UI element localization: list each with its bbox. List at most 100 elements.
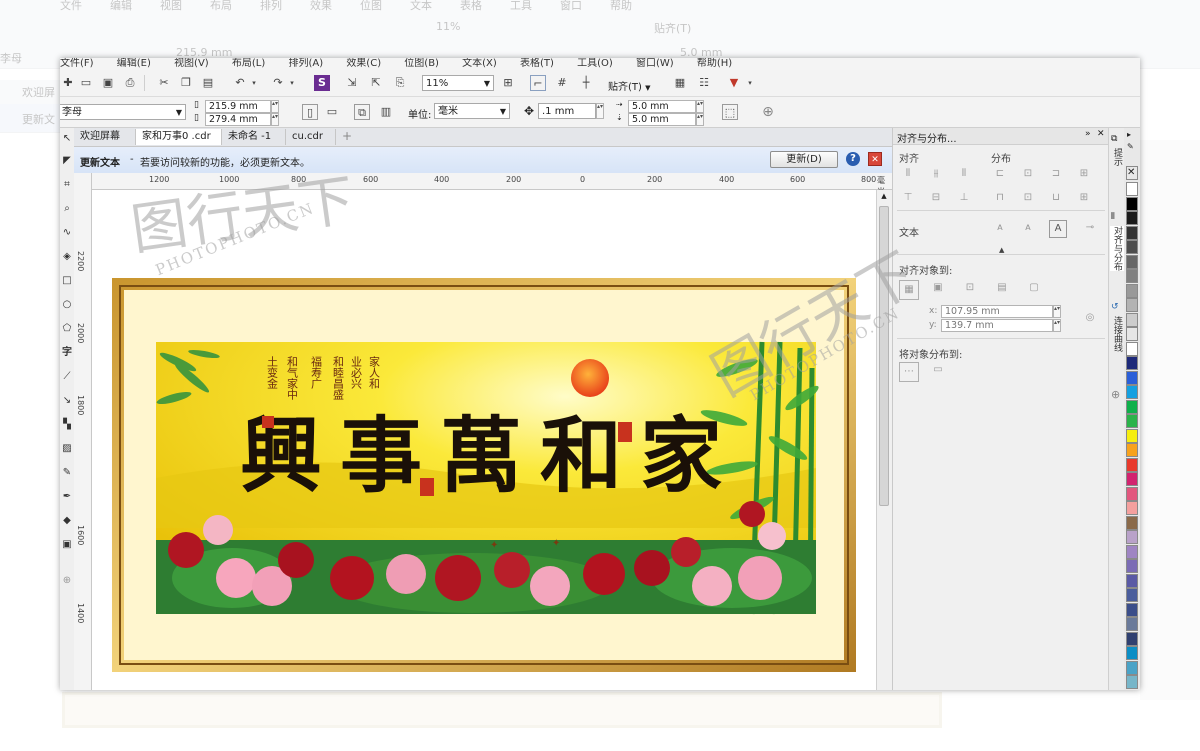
redo-dropdown-icon[interactable]: ▾ bbox=[284, 75, 300, 91]
distribute-spacing-icon[interactable]: ⊞ bbox=[1077, 168, 1091, 180]
color-swatch[interactable] bbox=[1126, 486, 1138, 501]
add-tool-icon[interactable]: ⊕ bbox=[61, 574, 73, 588]
x-position-field[interactable]: 107.95 mm bbox=[941, 305, 1053, 318]
rectangle-tool-icon[interactable]: □ bbox=[61, 274, 73, 288]
paste-icon[interactable]: ▤ bbox=[200, 75, 216, 91]
cut-icon[interactable]: ✂ bbox=[156, 75, 172, 91]
page-center-icon[interactable]: ⊡ bbox=[963, 282, 977, 294]
distribute-left-icon[interactable]: ⊏ bbox=[993, 168, 1007, 180]
text-tool-icon[interactable]: 字 bbox=[61, 346, 73, 360]
duplicate-y-spinner[interactable]: ▴▾ bbox=[696, 113, 704, 126]
menu-table[interactable]: 表格(T) bbox=[520, 59, 554, 69]
page-extent-icon[interactable]: ▭ bbox=[931, 364, 945, 376]
duplicate-x-field[interactable]: 5.0 mm bbox=[628, 100, 696, 113]
vertical-scrollbar[interactable]: ▲ bbox=[876, 190, 893, 690]
page-edge-icon[interactable]: ▣ bbox=[931, 282, 945, 294]
width-spinner[interactable]: ▴▾ bbox=[271, 100, 279, 113]
align-center-vertical-icon[interactable]: ⊟ bbox=[929, 192, 943, 204]
eyedropper-icon[interactable]: ✎ bbox=[61, 466, 73, 480]
nudge-distance-field[interactable]: .1 mm bbox=[538, 103, 596, 119]
transparency-tool-icon[interactable]: ▨ bbox=[61, 442, 73, 456]
menu-help[interactable]: 帮助(H) bbox=[697, 59, 732, 69]
color-swatch[interactable] bbox=[1126, 675, 1138, 689]
color-swatch[interactable] bbox=[1126, 544, 1138, 559]
distribute-vertical-spacing-icon[interactable]: ⊞ bbox=[1077, 192, 1091, 204]
color-swatch[interactable] bbox=[1126, 501, 1138, 515]
print-icon[interactable]: ⎙ bbox=[122, 75, 138, 91]
color-swatch[interactable] bbox=[1126, 530, 1138, 544]
expand-arrow-icon[interactable]: ▲ bbox=[999, 246, 1004, 254]
height-spinner[interactable]: ▴▾ bbox=[271, 113, 279, 126]
color-swatch[interactable] bbox=[1126, 327, 1138, 341]
y-position-field[interactable]: 139.7 mm bbox=[941, 319, 1053, 332]
align-left-icon[interactable]: ⫴ bbox=[901, 168, 915, 180]
tab-connect-curves[interactable]: 连接曲线 bbox=[1110, 316, 1124, 352]
color-swatch[interactable] bbox=[1126, 414, 1138, 428]
distribute-center-icon[interactable]: ⊡ bbox=[1021, 168, 1035, 180]
interactive-fill-icon[interactable]: ▣ bbox=[61, 538, 73, 552]
polygon-tool-icon[interactable]: ⬠ bbox=[61, 322, 73, 336]
menu-tools[interactable]: 工具(O) bbox=[577, 59, 613, 69]
close-icon[interactable]: ✕ bbox=[1097, 129, 1105, 139]
copy-icon[interactable]: ❐ bbox=[178, 75, 194, 91]
color-swatch[interactable] bbox=[1126, 254, 1138, 269]
color-swatch[interactable] bbox=[1126, 602, 1138, 617]
menu-layout[interactable]: 布局(L) bbox=[232, 59, 265, 69]
landscape-icon[interactable]: ▭ bbox=[324, 104, 340, 120]
smart-fill-icon[interactable]: ◈ bbox=[61, 250, 73, 264]
welcome-screen-icon[interactable]: ▦ bbox=[672, 75, 688, 91]
menu-edit[interactable]: 编辑(E) bbox=[117, 59, 151, 69]
new-tab-icon[interactable]: + bbox=[342, 129, 352, 143]
last-baseline-icon[interactable]: ᴀ bbox=[1021, 222, 1035, 234]
zoom-tool-icon[interactable]: ⌕ bbox=[61, 202, 73, 216]
zoom-level-combo[interactable]: 11% ▼ bbox=[422, 75, 494, 91]
hints-icon[interactable]: ⧉ bbox=[1111, 134, 1117, 144]
show-guidelines-icon[interactable]: ┼ bbox=[578, 75, 594, 91]
tab-cu-cdr[interactable]: cu.cdr bbox=[286, 129, 336, 145]
distribute-top-icon[interactable]: ⊓ bbox=[993, 192, 1007, 204]
first-baseline-icon[interactable]: ᴀ bbox=[993, 222, 1007, 234]
distribute-middle-icon[interactable]: ⊡ bbox=[1021, 192, 1035, 204]
show-grid-icon[interactable]: # bbox=[554, 75, 570, 91]
outline-pen-icon[interactable]: ✒ bbox=[61, 490, 73, 504]
new-document-icon[interactable]: ✚ bbox=[60, 75, 76, 91]
bounding-box-text-icon[interactable]: A bbox=[1049, 220, 1067, 238]
menu-bitmaps[interactable]: 位图(B) bbox=[404, 59, 439, 69]
update-button[interactable]: 更新(D) bbox=[770, 151, 838, 168]
tab-untitled[interactable]: 未命名 -1 bbox=[222, 129, 286, 145]
menu-arrange[interactable]: 排列(A) bbox=[288, 59, 323, 69]
menu-effects[interactable]: 效果(C) bbox=[346, 59, 381, 69]
eyedropper-icon[interactable]: ✎ bbox=[1127, 142, 1134, 151]
align-bottom-icon[interactable]: ⊥ bbox=[957, 192, 971, 204]
save-icon[interactable]: ▣ bbox=[100, 75, 116, 91]
active-objects-icon[interactable]: ▦ bbox=[899, 280, 919, 300]
portrait-icon[interactable]: ▯ bbox=[302, 104, 318, 120]
color-swatch[interactable] bbox=[1126, 211, 1138, 225]
specified-point-icon[interactable]: ▢ bbox=[1027, 282, 1041, 294]
options-icon[interactable]: ☷ bbox=[696, 75, 712, 91]
import-icon[interactable]: ⇲ bbox=[344, 75, 360, 91]
pick-tool-icon[interactable]: ↖ bbox=[61, 132, 73, 146]
blend-tool-icon[interactable]: ▚ bbox=[61, 418, 73, 432]
framed-painting[interactable]: 興事萬和家 家人和 业必兴 和睦昌盛 福寿广 和气家中 土变金 ✦ ✦ bbox=[112, 278, 856, 672]
tab-hints[interactable]: 提示 bbox=[1110, 148, 1124, 166]
undo-dropdown-icon[interactable]: ▾ bbox=[246, 75, 262, 91]
color-swatch[interactable] bbox=[1126, 472, 1138, 486]
color-swatch[interactable] bbox=[1126, 385, 1138, 399]
color-swatch[interactable] bbox=[1126, 660, 1138, 675]
color-swatch[interactable] bbox=[1126, 196, 1138, 211]
no-color-swatch[interactable]: ✕ bbox=[1126, 166, 1138, 180]
scrollbar-thumb[interactable] bbox=[879, 206, 889, 506]
color-swatch[interactable] bbox=[1126, 399, 1138, 414]
all-pages-icon[interactable]: ⧉ bbox=[354, 104, 370, 120]
fill-tool-icon[interactable]: ◆ bbox=[61, 514, 73, 528]
close-icon[interactable]: ✕ bbox=[868, 152, 882, 166]
x-spinner[interactable]: ▴▾ bbox=[1053, 305, 1061, 318]
current-page-icon[interactable]: ▥ bbox=[378, 104, 394, 120]
outline-icon[interactable]: ⊸ bbox=[1083, 222, 1097, 234]
duplicate-x-spinner[interactable]: ▴▾ bbox=[696, 100, 704, 113]
search-content-icon[interactable]: S bbox=[314, 75, 330, 91]
color-swatch[interactable] bbox=[1126, 631, 1138, 646]
publish-pdf-icon[interactable]: ⎘ bbox=[392, 75, 408, 91]
page-width-field[interactable]: 215.9 mm bbox=[205, 100, 271, 113]
